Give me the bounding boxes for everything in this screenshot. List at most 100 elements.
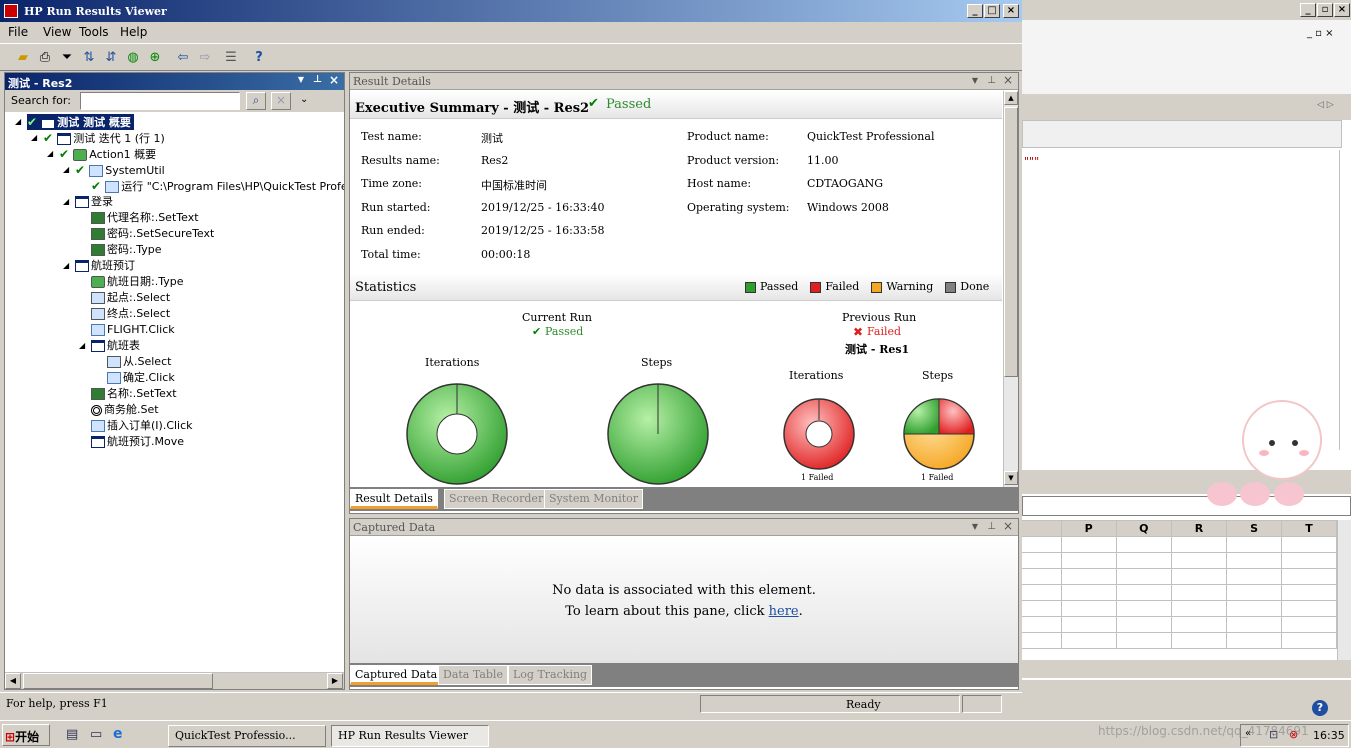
menu-view[interactable]: View — [43, 25, 71, 39]
server-manager-icon[interactable]: ▤ — [66, 727, 78, 742]
tree-node[interactable]: 航班表 — [91, 338, 140, 354]
pin-icon[interactable]: ⊥ — [987, 521, 996, 532]
expand-toggle-icon[interactable]: ◢ — [63, 261, 69, 270]
taskbar-run-results[interactable]: HP Run Results Viewer — [331, 725, 489, 747]
tab-captured-data[interactable]: Captured Data — [350, 665, 443, 685]
tab-result-details[interactable]: Result Details — [350, 489, 438, 509]
results-tree[interactable]: ◢ ✔ 测试 测试 概要 ◢ ✔ 测试 迭代 1 (行 1) ◢ ✔ Action1 概要… — [5, 113, 344, 673]
search-icon[interactable]: ⌕ — [246, 92, 266, 110]
tree-node[interactable]: 密码:.Type — [91, 242, 161, 258]
scroll-down-icon[interactable]: ▼ — [1004, 471, 1018, 485]
minimize-button[interactable]: _ — [967, 4, 983, 18]
combobox-icon — [91, 292, 105, 304]
list-view-icon[interactable]: ☰ — [222, 49, 240, 67]
edit-icon — [91, 388, 105, 400]
start-label: 开始 — [15, 730, 40, 744]
here-link[interactable]: here — [769, 604, 799, 619]
scroll-thumb[interactable] — [23, 673, 213, 689]
watermark: https://blog.csdn.net/qq_41784691 — [1098, 724, 1309, 738]
menu-tools[interactable]: Tools — [79, 25, 109, 39]
tree-node[interactable]: 航班日期:.Type — [91, 274, 183, 290]
print-icon[interactable]: ⎙ — [36, 49, 54, 67]
close-button[interactable]: × — [1003, 4, 1019, 18]
start-button[interactable]: ⊞开始 — [2, 724, 50, 746]
bg-restore-button[interactable]: ▫ — [1317, 3, 1333, 17]
tree-node[interactable]: 代理名称:.SetText — [91, 210, 199, 226]
tree-node[interactable]: 商务舱.Set — [91, 402, 159, 418]
expand-toggle-icon[interactable]: ◢ — [79, 341, 85, 350]
tree-node[interactable]: ✔ 运行 "C:\Program Files\HP\QuickTest Prof… — [91, 178, 344, 194]
menu-bar: File View Tools Help — [0, 22, 1022, 42]
bg-mdi-controls[interactable]: _ ▫ × — [1307, 28, 1334, 39]
tree-node[interactable]: 从.Select — [107, 354, 171, 370]
show-desktop-icon[interactable]: ▭ — [90, 727, 102, 742]
captured-data-body: No data is associated with this element.… — [350, 537, 1018, 663]
taskbar-quicktest[interactable]: QuickTest Professio... — [168, 725, 326, 747]
passed-check-icon: ✔ — [27, 115, 42, 129]
forward-icon[interactable]: ⇨ — [196, 49, 214, 67]
tree-node[interactable]: 起点:.Select — [91, 290, 170, 306]
pane-menu-icon[interactable]: ▼ — [972, 522, 978, 531]
menu-file[interactable]: File — [8, 25, 28, 39]
tree-node[interactable]: 确定.Click — [107, 370, 175, 386]
tree-node[interactable]: 插入订单(I).Click — [91, 418, 193, 434]
back-icon[interactable]: ⇦ — [174, 49, 192, 67]
tree-node[interactable]: FLIGHT.Click — [91, 322, 175, 338]
tree-hscrollbar[interactable]: ◀ ▶ — [5, 672, 344, 689]
pin-icon[interactable]: ⊥ — [313, 74, 322, 85]
scroll-up-icon[interactable]: ▲ — [1004, 91, 1018, 105]
sort-desc-icon[interactable]: ⇵ — [102, 49, 120, 67]
background-application: _ ▫ × _ ▫ × ◁ ▷ """ P Q R S T ? — [1022, 0, 1351, 720]
passed-check-icon: ✔ — [43, 131, 58, 145]
scroll-right-icon[interactable]: ▶ — [327, 673, 343, 689]
chevron-down-icon[interactable]: ⌄ — [300, 94, 308, 105]
tab-system-monitor[interactable]: System Monitor — [544, 489, 644, 509]
title-bar[interactable]: HP Run Results Viewer _ □ × — [0, 0, 1022, 22]
ie-icon[interactable]: e — [113, 726, 123, 742]
pane-menu-icon[interactable]: ▼ — [298, 75, 304, 84]
captured-data-header: Captured Data ▼ ⊥ × — [350, 519, 1018, 536]
export-icon[interactable]: ⊕ — [146, 49, 164, 67]
menu-help[interactable]: Help — [120, 25, 147, 39]
run-icon — [105, 181, 120, 193]
bg-vscrollbar[interactable] — [1337, 520, 1351, 660]
bg-scroll-arrows[interactable]: ◁ ▷ — [1317, 100, 1334, 110]
help-icon[interactable]: ? — [250, 49, 268, 67]
tree-node[interactable]: ✔ Action1 概要 — [59, 146, 156, 162]
pane-close-icon[interactable]: × — [1003, 519, 1013, 533]
sort-icon[interactable]: ⇅ — [80, 49, 98, 67]
tree-node[interactable]: 终点:.Select — [91, 306, 170, 322]
tab-screen-recorder[interactable]: Screen Recorder — [444, 489, 549, 509]
tree-node[interactable]: 航班预订 — [75, 258, 135, 274]
tree-node[interactable]: 名称:.SetText — [91, 386, 177, 402]
expand-toggle-icon[interactable]: ◢ — [63, 165, 69, 174]
tab-data-table[interactable]: Data Table — [438, 665, 508, 685]
tree-node[interactable]: ✔ 测试 迭代 1 (行 1) — [43, 130, 165, 146]
bg-minimize-button[interactable]: _ — [1300, 3, 1316, 17]
tree-node-label: 航班预订 — [91, 259, 135, 272]
clear-search-icon[interactable]: × — [271, 92, 291, 110]
tab-log-tracking[interactable]: Log Tracking — [508, 665, 593, 685]
help-icon[interactable]: ? — [1312, 700, 1328, 716]
details-vscrollbar[interactable]: ▲ ▼ — [1003, 91, 1018, 487]
expand-toggle-icon[interactable]: ◢ — [63, 197, 69, 206]
search-input[interactable] — [80, 92, 240, 110]
expand-toggle-icon[interactable]: ◢ — [47, 149, 53, 158]
tree-node[interactable]: 航班预订.Move — [91, 434, 184, 450]
tree-node[interactable]: 密码:.SetSecureText — [91, 226, 214, 242]
maximize-button[interactable]: □ — [984, 4, 1000, 18]
tree-node[interactable]: 登录 — [75, 194, 113, 210]
scroll-thumb[interactable] — [1004, 107, 1018, 377]
filter-icon[interactable]: ⏷ — [58, 49, 76, 67]
expand-toggle-icon[interactable]: ◢ — [15, 117, 21, 126]
tree-node[interactable]: ✔ 测试 测试 概要 — [27, 114, 134, 130]
scroll-left-icon[interactable]: ◀ — [5, 673, 21, 689]
pane-close-icon[interactable]: × — [1003, 73, 1013, 87]
open-icon[interactable]: ▰ — [14, 49, 32, 67]
expand-toggle-icon[interactable]: ◢ — [31, 133, 37, 142]
tree-node[interactable]: ✔ SystemUtil — [75, 162, 165, 178]
pane-close-icon[interactable]: × — [329, 73, 339, 87]
bg-spreadsheet[interactable]: P Q R S T — [1022, 520, 1337, 660]
bg-close-button[interactable]: × — [1334, 3, 1350, 17]
find-icon[interactable]: ◍ — [124, 49, 142, 67]
